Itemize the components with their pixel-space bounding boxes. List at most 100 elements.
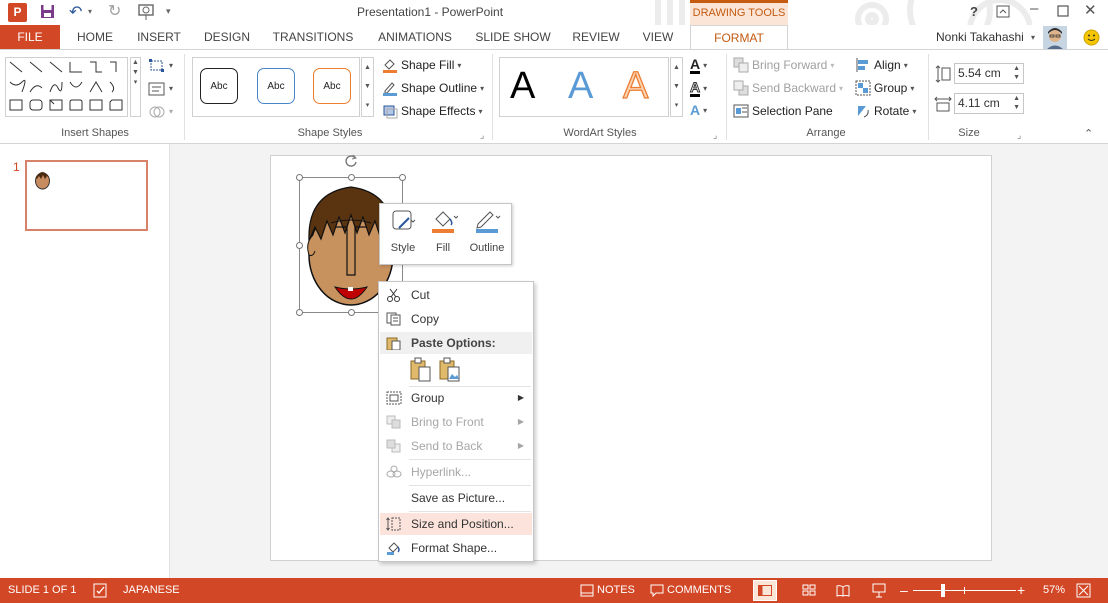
normal-view-icon[interactable] (753, 580, 777, 601)
wordart-style-1[interactable]: A (510, 66, 535, 106)
tab-transitions[interactable]: TRANSITIONS (266, 25, 360, 49)
tab-slide-show[interactable]: SLIDE SHOW (470, 25, 556, 49)
minimize-icon[interactable]: – (1030, 0, 1038, 17)
tab-file[interactable]: FILE (0, 25, 60, 49)
menu-item-bring-to-front[interactable]: Bring to Front ▶ (380, 411, 532, 433)
zoom-slider[interactable] (913, 584, 1016, 597)
text-effects-button[interactable]: A ▾ (690, 103, 707, 117)
slide-show-icon[interactable] (872, 583, 886, 598)
mini-fill-button[interactable]: Fill (423, 208, 463, 262)
tab-design[interactable]: DESIGN (196, 25, 258, 49)
normal-view-glyph (758, 585, 772, 596)
resize-handle-s[interactable] (348, 309, 355, 316)
resize-handle-ne[interactable] (399, 174, 406, 181)
shape-height-input[interactable]: 5.54 cm ▲ ▼ (954, 63, 1024, 84)
avatar[interactable] (1043, 26, 1067, 50)
bring-forward-button[interactable]: Bring Forward ▾ (733, 57, 834, 73)
smiley-feedback-icon[interactable] (1083, 29, 1100, 46)
tab-animations[interactable]: ANIMATIONS (368, 25, 462, 49)
rotate-handle-icon[interactable] (344, 154, 358, 168)
text-fill-button[interactable]: A ▾ (690, 57, 707, 74)
slide-sorter-icon[interactable] (802, 584, 816, 597)
resize-handle-nw[interactable] (296, 174, 303, 181)
zoom-in-button[interactable]: + (1017, 578, 1025, 603)
bring-to-front-icon (386, 415, 401, 429)
size-dialog-launcher-icon[interactable]: ⌟ (1017, 130, 1021, 141)
tab-view[interactable]: VIEW (636, 25, 680, 49)
rotate-button[interactable]: Rotate ▾ (855, 103, 916, 119)
user-name[interactable]: Nonki Takahashi (936, 30, 1024, 44)
shape-fill-button[interactable]: Shape Fill ▾ (382, 57, 461, 73)
shape-styles-dialog-launcher-icon[interactable]: ⌟ (480, 130, 484, 141)
menu-item-cut[interactable]: Cut (380, 284, 532, 306)
wordart-dialog-launcher-icon[interactable]: ⌟ (713, 130, 717, 141)
close-icon[interactable]: ✕ (1084, 1, 1097, 19)
shape-height-spinner[interactable]: ▲ ▼ (1013, 64, 1020, 82)
zoom-level[interactable]: 57% (1043, 578, 1065, 603)
shapes-gallery-scroll[interactable]: ▲ ▼ ▾ (130, 57, 141, 117)
text-outline-button[interactable]: A ▾ (689, 80, 707, 97)
collapse-ribbon-icon[interactable]: ⌃ (1084, 127, 1093, 140)
send-backward-button[interactable]: Send Backward ▾ (733, 80, 843, 96)
help-icon[interactable]: ? (970, 4, 978, 19)
fit-to-window-icon[interactable] (1076, 583, 1091, 598)
slide-thumbnail[interactable] (25, 160, 148, 231)
shape-outline-button[interactable]: Shape Outline ▾ (382, 80, 484, 96)
spell-check-icon[interactable] (93, 583, 108, 598)
align-button[interactable]: Align ▾ (855, 57, 908, 73)
start-from-beginning-icon[interactable] (137, 3, 157, 21)
shape-width-input[interactable]: 4.11 cm ▲ ▼ (954, 93, 1024, 114)
wordart-scroll[interactable]: ▲ ▼ ▾ (670, 57, 683, 117)
maximize-icon[interactable] (1057, 5, 1069, 17)
edit-shape-icon[interactable] (148, 58, 166, 74)
group-button[interactable]: Group ▾ (855, 80, 914, 96)
comments-icon[interactable] (650, 584, 664, 597)
tab-insert[interactable]: INSERT (130, 25, 188, 49)
shape-styles-scroll[interactable]: ▲ ▼ ▾ (361, 57, 374, 117)
language-indicator[interactable]: JAPANESE (123, 578, 180, 603)
zoom-slider-thumb[interactable] (941, 584, 945, 597)
menu-item-hyperlink[interactable]: Hyperlink... (380, 461, 532, 483)
tab-format[interactable]: FORMAT (690, 25, 788, 50)
mini-outline-button[interactable]: Outline (465, 208, 509, 262)
tab-home[interactable]: HOME (66, 25, 124, 49)
zoom-out-button[interactable]: – (900, 578, 908, 603)
wordart-style-2[interactable]: A (568, 66, 593, 106)
menu-item-format-shape[interactable]: Format Shape... (380, 537, 532, 559)
redo-icon[interactable]: ↻ (108, 1, 121, 21)
shape-style-1[interactable]: Abc (200, 68, 238, 104)
menu-item-group[interactable]: Group ▶ (380, 387, 532, 409)
menu-item-save-as-picture[interactable]: Save as Picture... (380, 487, 532, 509)
menu-item-send-to-back[interactable]: Send to Back ▶ (380, 435, 532, 457)
paste-as-picture-icon[interactable] (438, 357, 462, 383)
wordart-style-3[interactable]: A (622, 65, 649, 106)
shape-width-spinner[interactable]: ▲ ▼ (1013, 94, 1020, 112)
mini-style-button[interactable]: Style (383, 208, 423, 262)
undo-dropdown-icon[interactable]: ▾ (88, 7, 92, 16)
comments-button[interactable]: COMMENTS (667, 578, 731, 603)
powerpoint-logo-icon[interactable]: P (8, 3, 27, 22)
save-icon[interactable] (40, 4, 55, 19)
menu-item-copy[interactable]: Copy (380, 308, 532, 330)
notes-icon[interactable] (580, 584, 594, 597)
resize-handle-n[interactable] (348, 174, 355, 181)
ribbon-display-options-icon[interactable] (996, 5, 1010, 18)
tab-review[interactable]: REVIEW (566, 25, 626, 49)
shapes-gallery[interactable] (5, 57, 128, 117)
shape-style-3[interactable]: Abc (313, 68, 351, 104)
reading-view-icon[interactable] (836, 584, 850, 597)
resize-handle-sw[interactable] (296, 309, 303, 316)
menu-item-size-and-position[interactable]: Size and Position... (380, 513, 532, 535)
undo-icon[interactable]: ↶ (69, 2, 82, 22)
user-menu-chevron-down-icon[interactable]: ▾ (1031, 33, 1035, 42)
customize-qat-icon[interactable]: ▾ (166, 6, 171, 17)
selection-pane-button[interactable]: Selection Pane (733, 103, 833, 119)
shape-style-2[interactable]: Abc (257, 68, 295, 104)
shape-effects-button[interactable]: Shape Effects ▾ (382, 103, 483, 119)
shape-effects-label: Shape Effects (401, 104, 476, 118)
paste-use-destination-theme-icon[interactable] (409, 357, 433, 383)
resize-handle-w[interactable] (296, 242, 303, 249)
shapes-gallery-icons[interactable] (6, 58, 127, 116)
notes-button[interactable]: NOTES (597, 578, 635, 603)
text-box-icon[interactable] (148, 81, 166, 97)
